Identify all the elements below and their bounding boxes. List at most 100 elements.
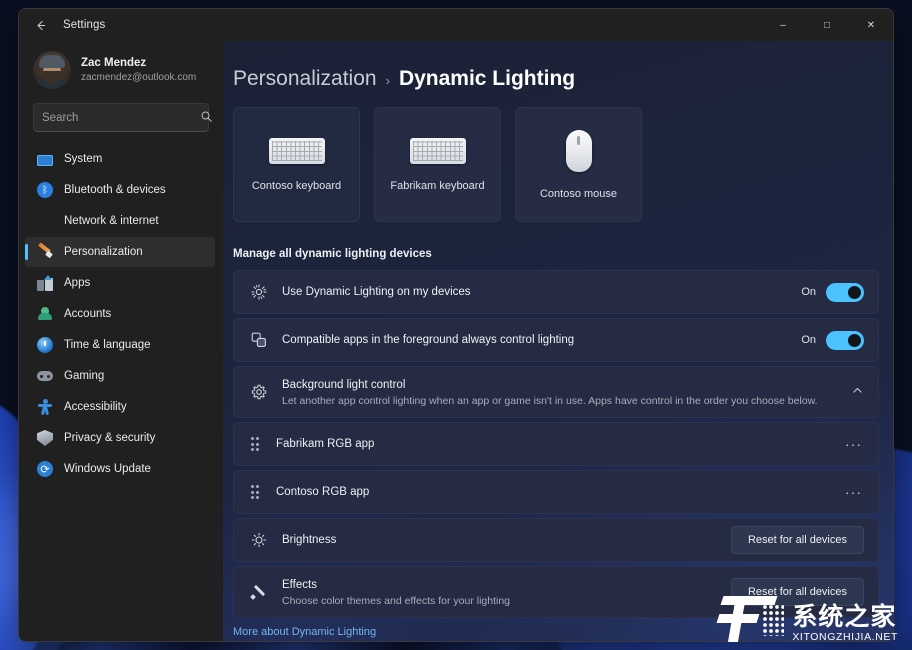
update-refresh-icon: [37, 461, 53, 477]
breadcrumb-separator: ›: [385, 73, 390, 88]
setting-title: Compatible apps in the foreground always…: [282, 334, 575, 346]
sidebar-item-label: Time & language: [64, 339, 151, 351]
sidebar-item-time-language[interactable]: Time & language: [25, 330, 215, 360]
close-button[interactable]: ✕: [849, 9, 893, 41]
sidebar-item-privacy-security[interactable]: Privacy & security: [25, 423, 215, 453]
app-list-item[interactable]: Fabrikam RGB app ···: [233, 422, 879, 466]
search-icon: [200, 110, 213, 126]
app-name: Fabrikam RGB app: [276, 438, 375, 450]
title-bar: Settings – □ ✕: [19, 9, 893, 41]
paintbrush-icon: [37, 242, 53, 260]
page-title: Dynamic Lighting: [398, 67, 576, 90]
account-summary[interactable]: Zac Mendez zacmendez@outlook.com: [25, 41, 217, 101]
account-name: Zac Mendez: [81, 56, 147, 69]
toggle-switch[interactable]: [826, 282, 864, 302]
drag-handle-icon[interactable]: [248, 484, 262, 500]
sidebar-item-accessibility[interactable]: Accessibility: [25, 392, 215, 422]
device-card[interactable]: Contoso keyboard: [233, 107, 360, 222]
sidebar-nav: System ᛒ Bluetooth & devices Network & i…: [25, 144, 217, 484]
minimize-button[interactable]: –: [761, 9, 805, 41]
reset-brightness-button[interactable]: Reset for all devices: [730, 526, 864, 554]
keyboard-icon: [268, 137, 325, 164]
search-input[interactable]: [42, 111, 196, 124]
reset-effects-button[interactable]: Reset for all devices: [730, 578, 864, 606]
mouse-icon: [565, 129, 592, 172]
toggle-switch[interactable]: [826, 330, 864, 350]
setting-row-effects[interactable]: Effects Choose color themes and effects …: [233, 566, 879, 618]
person-icon: [37, 306, 53, 322]
sidebar-item-label: Network & internet: [64, 215, 159, 227]
back-arrow-icon: [37, 20, 45, 30]
section-heading: Manage all dynamic lighting devices: [233, 248, 432, 260]
wifi-icon: [37, 213, 53, 229]
ellipsis-icon[interactable]: ···: [843, 436, 864, 452]
setting-title: Brightness: [282, 534, 337, 546]
more-about-dynamic-lighting-link[interactable]: More about Dynamic Lighting: [233, 626, 376, 638]
sidebar-item-label: Gaming: [64, 370, 105, 382]
setting-row-use-dynamic-lighting[interactable]: Use Dynamic Lighting on my devices On: [233, 270, 879, 314]
toggle-state-label: On: [801, 286, 816, 298]
setting-title: Use Dynamic Lighting on my devices: [282, 286, 471, 298]
window-title: Settings: [63, 19, 106, 31]
setting-description: Choose color themes and effects for your…: [282, 594, 511, 607]
sidebar-item-label: System: [64, 153, 103, 165]
system-monitor-icon: [37, 155, 53, 166]
device-label: Contoso mouse: [539, 187, 618, 200]
window-body: Zac Mendez zacmendez@outlook.com System: [19, 41, 893, 641]
breadcrumb: Personalization › Dynamic Lighting: [233, 41, 879, 107]
device-card[interactable]: Fabrikam keyboard: [374, 107, 501, 222]
toggle-state-label: On: [801, 334, 816, 346]
sidebar-item-apps[interactable]: Apps: [25, 268, 215, 298]
pencil-icon: [248, 584, 270, 600]
content-scroll[interactable]: Personalization › Dynamic Lighting Conto…: [223, 41, 893, 641]
shield-icon: [37, 430, 53, 446]
setting-row-background-light-control[interactable]: Background light control Let another app…: [233, 366, 879, 418]
sidebar-item-network-internet[interactable]: Network & internet: [25, 206, 215, 236]
chevron-up-icon[interactable]: [851, 384, 864, 400]
sun-icon: [248, 532, 270, 548]
search-box[interactable]: [33, 103, 212, 132]
gear-icon: [248, 384, 270, 400]
sidebar-item-label: Apps: [64, 277, 91, 289]
setting-row-foreground-control[interactable]: Compatible apps in the foreground always…: [233, 318, 879, 362]
window-controls: – □ ✕: [761, 9, 893, 41]
content-area: Personalization › Dynamic Lighting Conto…: [223, 41, 893, 641]
device-label: Contoso keyboard: [251, 179, 342, 192]
setting-row-brightness[interactable]: Brightness Reset for all devices: [233, 518, 879, 562]
setting-title: Background light control: [282, 378, 406, 391]
sidebar-item-personalization[interactable]: Personalization: [25, 237, 215, 267]
bluetooth-icon: ᛒ: [37, 182, 53, 198]
keyboard-icon: [409, 137, 466, 164]
apps-icon: [37, 275, 53, 291]
device-card-list: Contoso keyboard Fabrikam keyboard Conto…: [233, 107, 879, 222]
sidebar-item-label: Windows Update: [64, 463, 151, 475]
sidebar-item-label: Personalization: [64, 246, 143, 258]
apps-overlap-icon: [248, 332, 270, 348]
sidebar-item-label: Accounts: [64, 308, 112, 320]
setting-description: Let another app control lighting when an…: [282, 394, 818, 407]
avatar: [33, 51, 71, 89]
sidebar-item-gaming[interactable]: Gaming: [25, 361, 215, 391]
sidebar-item-windows-update[interactable]: Windows Update: [25, 454, 215, 484]
account-email: zacmendez@outlook.com: [81, 71, 197, 83]
drag-handle-icon[interactable]: [248, 436, 262, 452]
sidebar-item-accounts[interactable]: Accounts: [25, 299, 215, 329]
ellipsis-icon[interactable]: ···: [843, 484, 864, 500]
accessibility-icon: [37, 399, 53, 416]
app-list-item[interactable]: Contoso RGB app ···: [233, 470, 879, 514]
settings-window: Settings – □ ✕ Zac Mendez zacmendez@outl…: [18, 8, 894, 642]
sidebar: Zac Mendez zacmendez@outlook.com System: [19, 41, 223, 641]
sidebar-item-bluetooth-devices[interactable]: ᛒ Bluetooth & devices: [25, 175, 215, 205]
device-label: Fabrikam keyboard: [390, 179, 485, 192]
brightness-burst-icon: [248, 284, 270, 300]
clock-icon: [37, 337, 53, 353]
sidebar-item-label: Accessibility: [64, 401, 127, 413]
sidebar-item-system[interactable]: System: [25, 144, 215, 174]
setting-title: Effects: [282, 578, 317, 591]
game-controller-icon: [37, 368, 53, 384]
app-name: Contoso RGB app: [276, 486, 370, 498]
back-button[interactable]: [25, 11, 55, 39]
device-card[interactable]: Contoso mouse: [515, 107, 642, 222]
maximize-button[interactable]: □: [805, 9, 849, 41]
breadcrumb-parent[interactable]: Personalization: [233, 67, 377, 91]
